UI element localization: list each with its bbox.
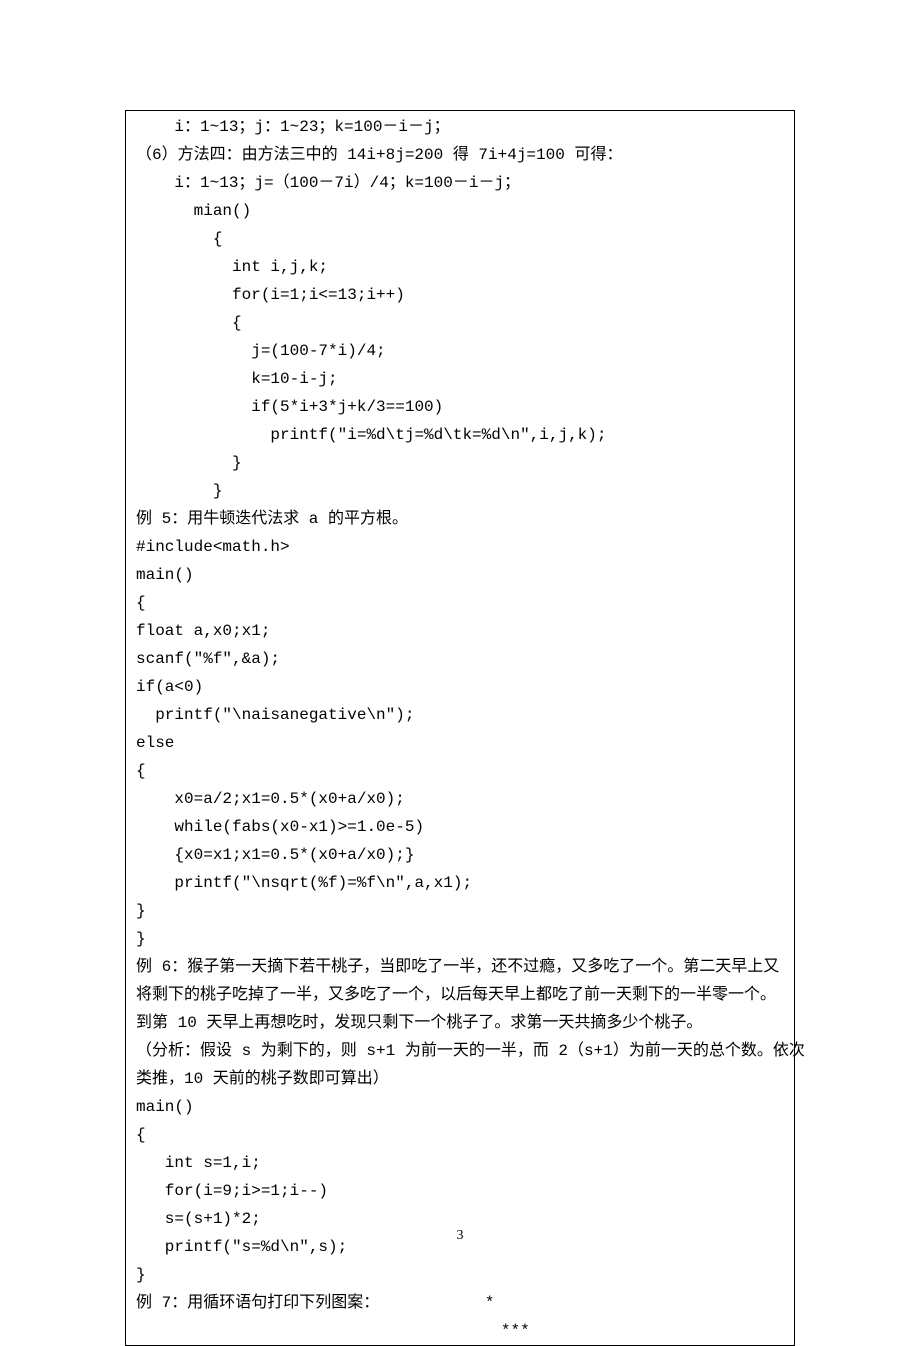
code-line: scanf("%f",&a); bbox=[136, 645, 784, 673]
code-line: x0=a/2;x1=0.5*(x0+a/x0); bbox=[136, 785, 784, 813]
code-line: if(5*i+3*j+k/3==100) bbox=[136, 393, 784, 421]
code-line: { bbox=[136, 589, 784, 617]
text-line: （6）方法四：由方法三中的 14i+8j=200 得 7i+4j=100 可得： bbox=[136, 141, 784, 169]
code-line: { bbox=[136, 1121, 784, 1149]
code-line: k=10-i-j; bbox=[136, 365, 784, 393]
code-line: if(a<0) bbox=[136, 673, 784, 701]
code-line: printf("\nsqrt(%f)=%f\n",a,x1); bbox=[136, 869, 784, 897]
code-line: { bbox=[136, 225, 784, 253]
code-line: for(i=1;i<=13;i++) bbox=[136, 281, 784, 309]
code-line: float a,x0;x1; bbox=[136, 617, 784, 645]
code-line: j=(100-7*i)/4; bbox=[136, 337, 784, 365]
code-line: main() bbox=[136, 1093, 784, 1121]
code-line: else bbox=[136, 729, 784, 757]
code-line: #include<math.h> bbox=[136, 533, 784, 561]
text-line: *** bbox=[136, 1317, 784, 1345]
code-line: { bbox=[136, 757, 784, 785]
code-line: { bbox=[136, 309, 784, 337]
code-line: for(i=9;i>=1;i--) bbox=[136, 1177, 784, 1205]
code-line: } bbox=[136, 477, 784, 505]
text-line: 到第 10 天早上再想吃时，发现只剩下一个桃子了。求第一天共摘多少个桃子。 bbox=[136, 1009, 784, 1037]
code-line: } bbox=[136, 897, 784, 925]
code-line: mian() bbox=[136, 197, 784, 225]
code-line: main() bbox=[136, 561, 784, 589]
code-line: } bbox=[136, 925, 784, 953]
code-line: } bbox=[136, 1261, 784, 1289]
code-line: int s=1,i; bbox=[136, 1149, 784, 1177]
page-number: 3 bbox=[0, 1224, 920, 1249]
text-line: 将剩下的桃子吃掉了一半，又多吃了一个，以后每天早上都吃了前一天剩下的一半零一个。 bbox=[136, 981, 784, 1009]
code-line: printf("\naisanegative\n"); bbox=[136, 701, 784, 729]
code-line: int i,j,k; bbox=[136, 253, 784, 281]
text-line: 类推，10 天前的桃子数即可算出） bbox=[136, 1065, 784, 1093]
code-line: } bbox=[136, 449, 784, 477]
text-line: （分析：假设 s 为剩下的，则 s+1 为前一天的一半，而 2（s+1）为前一天… bbox=[136, 1037, 784, 1065]
code-line: printf("i=%d\tj=%d\tk=%d\n",i,j,k); bbox=[136, 421, 784, 449]
text-line: i：1~13；j=（100－7i）/4；k=100－i－j； bbox=[136, 169, 784, 197]
text-line: i：1~13；j：1~23；k=100－i－j； bbox=[136, 113, 784, 141]
code-line: while(fabs(x0-x1)>=1.0e-5) bbox=[136, 813, 784, 841]
text-line: 例 6：猴子第一天摘下若干桃子，当即吃了一半，还不过瘾，又多吃了一个。第二天早上… bbox=[136, 953, 784, 981]
content-box: i：1~13；j：1~23；k=100－i－j； （6）方法四：由方法三中的 1… bbox=[125, 110, 795, 1346]
text-line: 例 5：用牛顿迭代法求 a 的平方根。 bbox=[136, 505, 784, 533]
text-line: 例 7：用循环语句打印下列图案： * bbox=[136, 1289, 784, 1317]
document-page: i：1~13；j：1~23；k=100－i－j； （6）方法四：由方法三中的 1… bbox=[0, 0, 920, 1302]
code-line: {x0=x1;x1=0.5*(x0+a/x0);} bbox=[136, 841, 784, 869]
